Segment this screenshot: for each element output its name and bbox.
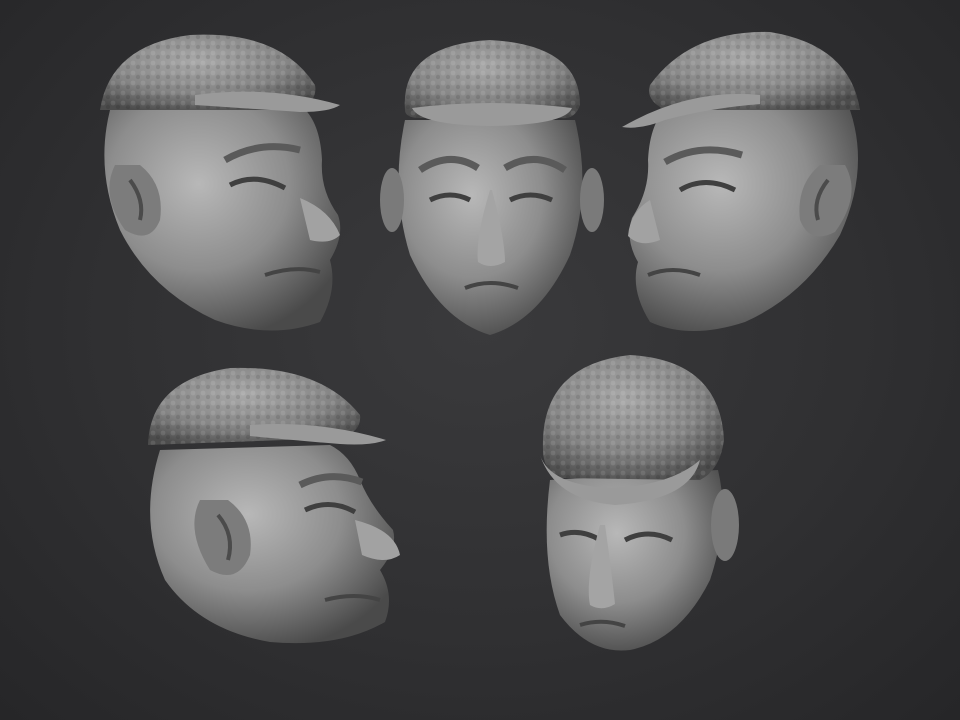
head-right-profile: [622, 31, 860, 331]
head-three-quarter-down: [540, 355, 739, 651]
ear-left: [380, 168, 404, 232]
ear-right: [711, 489, 739, 561]
render-viewport: [0, 0, 960, 720]
sculpt-render: [100, 31, 860, 651]
head-left-profile-upper: [100, 34, 341, 331]
head-front-view: [380, 40, 604, 335]
cap-brim: [250, 424, 386, 445]
ear-right: [580, 168, 604, 232]
head-left-profile-tilted: [148, 367, 400, 644]
